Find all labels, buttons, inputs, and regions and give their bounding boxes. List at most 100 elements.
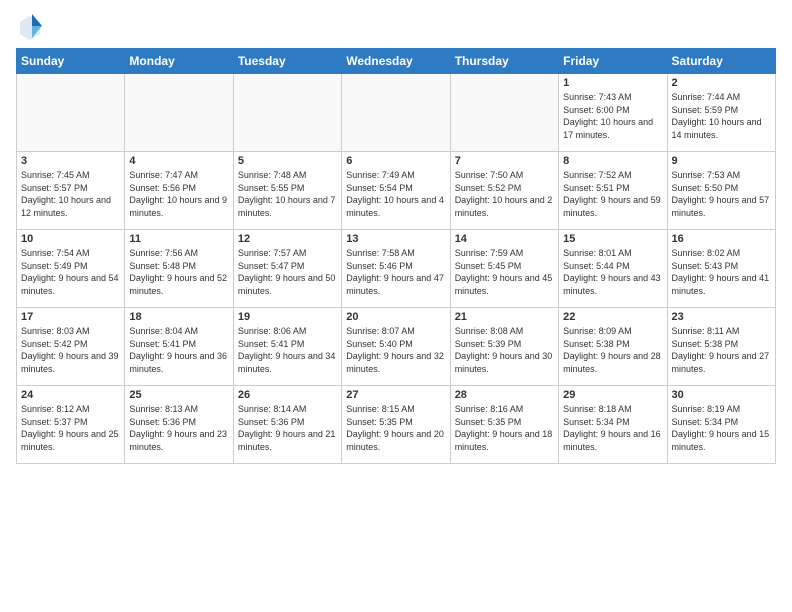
calendar-day-header: Tuesday (233, 49, 341, 74)
calendar-cell: 21 Sunrise: 8:08 AM Sunset: 5:39 PM Dayli… (450, 308, 558, 386)
calendar-cell: 13Sunrise: 7:58 AM Sunset: 5:46 PM Dayli… (342, 230, 450, 308)
day-number: 25 (129, 389, 228, 401)
calendar-cell: 4 Sunrise: 7:47 AM Sunset: 5:56 PM Daylig… (125, 152, 233, 230)
day-info: Sunrise: 8:19 AM Sunset: 5:34 PM Dayligh… (672, 403, 771, 453)
calendar-week-row: 1Sunrise: 7:43 AM Sunset: 6:00 PM Daylig… (17, 74, 776, 152)
calendar-day-header: Saturday (667, 49, 775, 74)
logo-icon (16, 12, 44, 40)
day-info: Sunrise: 7:49 AM Sunset: 5:54 PM Dayligh… (346, 169, 445, 219)
calendar-cell: 22 Sunrise: 8:09 AM Sunset: 5:38 PM Dayli… (559, 308, 667, 386)
calendar-day-header: Thursday (450, 49, 558, 74)
day-number: 16 (672, 233, 771, 245)
day-info: Sunrise: 7:47 AM Sunset: 5:56 PM Dayligh… (129, 169, 228, 219)
day-info: Sunrise: 8:11 AM Sunset: 5:38 PM Dayligh… (672, 325, 771, 375)
calendar-cell: 14 Sunrise: 7:59 AM Sunset: 5:45 PM Dayli… (450, 230, 558, 308)
day-number: 13 (346, 233, 445, 245)
day-number: 21 (455, 311, 554, 323)
day-number: 26 (238, 389, 337, 401)
day-info: Sunrise: 8:18 AM Sunset: 5:34 PM Dayligh… (563, 403, 662, 453)
day-info: Sunrise: 7:59 AM Sunset: 5:45 PM Dayligh… (455, 247, 554, 297)
day-number: 15 (563, 233, 662, 245)
day-info: Sunrise: 7:56 AM Sunset: 5:48 PM Dayligh… (129, 247, 228, 297)
calendar-cell (450, 74, 558, 152)
calendar-cell: 19 Sunrise: 8:06 AM Sunset: 5:41 PM Dayli… (233, 308, 341, 386)
day-number: 28 (455, 389, 554, 401)
day-info: Sunrise: 8:16 AM Sunset: 5:35 PM Dayligh… (455, 403, 554, 453)
header (16, 12, 776, 40)
calendar-week-row: 24Sunrise: 8:12 AM Sunset: 5:37 PM Dayli… (17, 386, 776, 464)
calendar-cell: 11 Sunrise: 7:56 AM Sunset: 5:48 PM Dayli… (125, 230, 233, 308)
calendar-cell: 10Sunrise: 7:54 AM Sunset: 5:49 PM Dayli… (17, 230, 125, 308)
calendar-cell: 25 Sunrise: 8:13 AM Sunset: 5:36 PM Dayli… (125, 386, 233, 464)
calendar-cell: 8 Sunrise: 7:52 AM Sunset: 5:51 PM Daylig… (559, 152, 667, 230)
calendar-day-header: Sunday (17, 49, 125, 74)
calendar-cell (17, 74, 125, 152)
calendar-cell (233, 74, 341, 152)
day-number: 7 (455, 155, 554, 167)
day-number: 18 (129, 311, 228, 323)
day-info: Sunrise: 8:08 AM Sunset: 5:39 PM Dayligh… (455, 325, 554, 375)
calendar-table: SundayMondayTuesdayWednesdayThursdayFrid… (16, 48, 776, 464)
calendar-cell (125, 74, 233, 152)
day-number: 17 (21, 311, 120, 323)
day-number: 27 (346, 389, 445, 401)
calendar-day-header: Monday (125, 49, 233, 74)
calendar-week-row: 10Sunrise: 7:54 AM Sunset: 5:49 PM Dayli… (17, 230, 776, 308)
calendar-week-row: 17 Sunrise: 8:03 AM Sunset: 5:42 PM Dayli… (17, 308, 776, 386)
day-number: 12 (238, 233, 337, 245)
day-info: Sunrise: 8:09 AM Sunset: 5:38 PM Dayligh… (563, 325, 662, 375)
day-number: 6 (346, 155, 445, 167)
day-number: 14 (455, 233, 554, 245)
calendar-cell: 7 Sunrise: 7:50 AM Sunset: 5:52 PM Daylig… (450, 152, 558, 230)
day-info: Sunrise: 7:57 AM Sunset: 5:47 PM Dayligh… (238, 247, 337, 297)
day-info: Sunrise: 7:44 AM Sunset: 5:59 PM Dayligh… (672, 91, 771, 141)
day-number: 29 (563, 389, 662, 401)
day-info: Sunrise: 7:52 AM Sunset: 5:51 PM Dayligh… (563, 169, 662, 219)
day-number: 5 (238, 155, 337, 167)
day-info: Sunrise: 8:02 AM Sunset: 5:43 PM Dayligh… (672, 247, 771, 297)
calendar-cell: 23 Sunrise: 8:11 AM Sunset: 5:38 PM Dayli… (667, 308, 775, 386)
day-info: Sunrise: 7:45 AM Sunset: 5:57 PM Dayligh… (21, 169, 120, 219)
day-number: 24 (21, 389, 120, 401)
page: SundayMondayTuesdayWednesdayThursdayFrid… (0, 0, 792, 612)
day-number: 20 (346, 311, 445, 323)
day-number: 23 (672, 311, 771, 323)
day-info: Sunrise: 8:13 AM Sunset: 5:36 PM Dayligh… (129, 403, 228, 453)
calendar-cell: 20 Sunrise: 8:07 AM Sunset: 5:40 PM Dayli… (342, 308, 450, 386)
day-info: Sunrise: 7:48 AM Sunset: 5:55 PM Dayligh… (238, 169, 337, 219)
day-info: Sunrise: 7:43 AM Sunset: 6:00 PM Dayligh… (563, 91, 662, 141)
day-number: 2 (672, 77, 771, 89)
day-info: Sunrise: 8:04 AM Sunset: 5:41 PM Dayligh… (129, 325, 228, 375)
day-number: 3 (21, 155, 120, 167)
calendar-day-header: Wednesday (342, 49, 450, 74)
day-number: 22 (563, 311, 662, 323)
calendar-cell (342, 74, 450, 152)
calendar-cell: 30 Sunrise: 8:19 AM Sunset: 5:34 PM Dayli… (667, 386, 775, 464)
day-info: Sunrise: 8:03 AM Sunset: 5:42 PM Dayligh… (21, 325, 120, 375)
calendar-cell: 6 Sunrise: 7:49 AM Sunset: 5:54 PM Daylig… (342, 152, 450, 230)
calendar-cell: 18 Sunrise: 8:04 AM Sunset: 5:41 PM Dayli… (125, 308, 233, 386)
calendar-cell: 16 Sunrise: 8:02 AM Sunset: 5:43 PM Dayli… (667, 230, 775, 308)
calendar-cell: 9Sunrise: 7:53 AM Sunset: 5:50 PM Daylig… (667, 152, 775, 230)
day-number: 30 (672, 389, 771, 401)
day-info: Sunrise: 8:07 AM Sunset: 5:40 PM Dayligh… (346, 325, 445, 375)
day-info: Sunrise: 7:53 AM Sunset: 5:50 PM Dayligh… (672, 169, 771, 219)
logo (16, 12, 48, 40)
day-info: Sunrise: 8:06 AM Sunset: 5:41 PM Dayligh… (238, 325, 337, 375)
calendar-cell: 24Sunrise: 8:12 AM Sunset: 5:37 PM Dayli… (17, 386, 125, 464)
calendar-cell: 3 Sunrise: 7:45 AM Sunset: 5:57 PM Daylig… (17, 152, 125, 230)
calendar-header-row: SundayMondayTuesdayWednesdayThursdayFrid… (17, 49, 776, 74)
day-info: Sunrise: 7:50 AM Sunset: 5:52 PM Dayligh… (455, 169, 554, 219)
day-info: Sunrise: 8:15 AM Sunset: 5:35 PM Dayligh… (346, 403, 445, 453)
calendar-cell: 29 Sunrise: 8:18 AM Sunset: 5:34 PM Dayli… (559, 386, 667, 464)
day-number: 8 (563, 155, 662, 167)
calendar-cell: 28 Sunrise: 8:16 AM Sunset: 5:35 PM Dayli… (450, 386, 558, 464)
day-info: Sunrise: 8:01 AM Sunset: 5:44 PM Dayligh… (563, 247, 662, 297)
day-number: 11 (129, 233, 228, 245)
day-number: 19 (238, 311, 337, 323)
calendar-cell: 17 Sunrise: 8:03 AM Sunset: 5:42 PM Dayli… (17, 308, 125, 386)
calendar-cell: 26Sunrise: 8:14 AM Sunset: 5:36 PM Dayli… (233, 386, 341, 464)
calendar-cell: 12 Sunrise: 7:57 AM Sunset: 5:47 PM Dayli… (233, 230, 341, 308)
day-number: 10 (21, 233, 120, 245)
day-number: 4 (129, 155, 228, 167)
